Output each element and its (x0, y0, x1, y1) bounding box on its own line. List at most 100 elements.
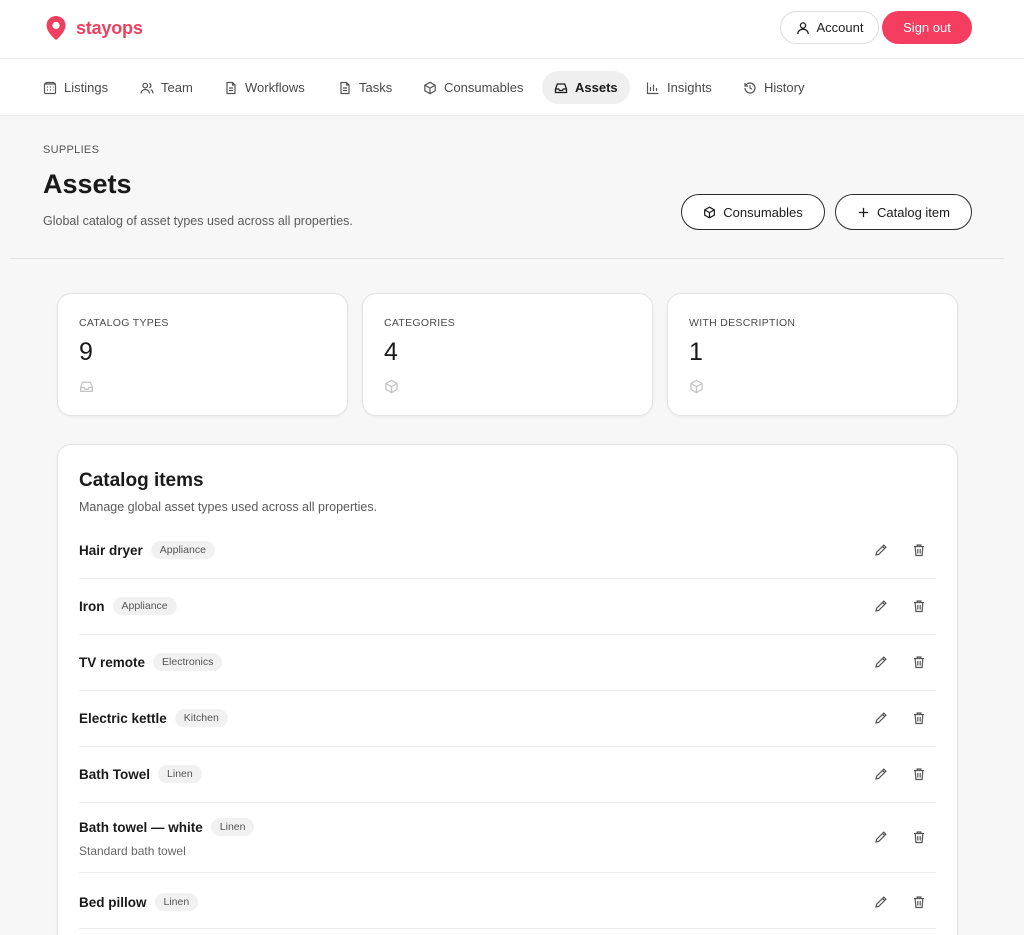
user-icon (796, 21, 809, 34)
nav-label: Insights (667, 80, 712, 95)
delete-button[interactable] (911, 654, 927, 670)
pencil-icon (875, 600, 887, 612)
account-label: Account (816, 20, 864, 35)
page-title: Assets (43, 169, 132, 199)
catalog-row: Bath Towel Linen (79, 747, 936, 803)
delete-button[interactable] (911, 766, 927, 782)
pencil-icon (875, 768, 887, 780)
category-badge: Electronics (153, 653, 223, 671)
category-badge: Linen (210, 818, 255, 836)
building-icon (43, 81, 57, 94)
tray-icon (554, 82, 568, 93)
catalog-row: Bed pillow Linen (79, 873, 936, 929)
stat-value: 4 (384, 338, 398, 366)
nav-item-insights[interactable]: Insights (634, 71, 724, 104)
pencil-icon (875, 831, 887, 843)
consumables-button[interactable]: Consumables (681, 194, 825, 230)
page-header: SUPPLIES Assets Global catalog of asset … (0, 116, 1024, 258)
edit-button[interactable] (873, 894, 889, 910)
add-catalog-item-button[interactable]: Catalog item (835, 194, 972, 230)
edit-button[interactable] (873, 710, 889, 726)
nav-label: Tasks (359, 80, 393, 95)
pencil-icon (875, 656, 887, 668)
delete-button[interactable] (911, 829, 927, 845)
nav-item-listings[interactable]: Listings (31, 71, 120, 104)
trash-icon (914, 600, 924, 613)
section-eyebrow: SUPPLIES (43, 144, 100, 156)
catalog-row: Bath towel — white Linen Standard bath t… (79, 803, 936, 873)
sign-out-button[interactable]: Sign out (882, 11, 972, 44)
delete-button[interactable] (911, 542, 927, 558)
catalog-title: Catalog items (79, 470, 204, 491)
stat-label: CATEGORIES (384, 317, 456, 329)
nav-label: Team (161, 80, 193, 95)
file-icon (226, 81, 236, 94)
nav-label: Consumables (444, 80, 524, 95)
nav-item-consumables[interactable]: Consumables (411, 71, 536, 104)
nav-item-assets[interactable]: Assets (542, 71, 630, 104)
delete-button[interactable] (911, 710, 927, 726)
item-name: Bath Towel (79, 766, 151, 782)
nav-item-history[interactable]: History (731, 71, 816, 104)
stat-value: 1 (689, 338, 703, 366)
stat-card-catalog-types: CATALOG TYPES 9 (57, 293, 348, 416)
category-badge: Appliance (112, 597, 177, 615)
pencil-icon (875, 544, 887, 556)
trash-icon (914, 656, 924, 669)
category-badge: Appliance (150, 541, 215, 559)
box-icon (385, 379, 398, 394)
header-divider (10, 258, 1004, 259)
box-icon (690, 379, 703, 394)
edit-button[interactable] (873, 766, 889, 782)
stat-label: CATALOG TYPES (79, 317, 169, 329)
trash-icon (914, 896, 924, 909)
delete-button[interactable] (911, 894, 927, 910)
item-name: Iron (79, 598, 105, 614)
brand-logo[interactable]: stayops (44, 15, 143, 41)
plus-icon (858, 207, 869, 217)
catalog-row: Electric kettle Kitchen (79, 691, 936, 747)
item-name: Electric kettle (79, 710, 167, 726)
trash-icon (914, 768, 924, 781)
top-bar: stayops Account Sign out (0, 0, 1024, 59)
catalog-row: Iron Appliance (79, 579, 936, 635)
pencil-icon (875, 896, 887, 908)
trash-icon (914, 544, 924, 557)
users-icon (140, 82, 154, 94)
item-name: Hair dryer (79, 542, 143, 558)
trash-icon (914, 712, 924, 725)
edit-button[interactable] (873, 598, 889, 614)
category-badge: Linen (158, 765, 202, 783)
edit-button[interactable] (873, 542, 889, 558)
account-button[interactable]: Account (780, 11, 879, 44)
stat-label: WITH DESCRIPTION (689, 317, 796, 329)
brand-name: stayops (76, 17, 143, 38)
stat-card-with-description: WITH DESCRIPTION 1 (667, 293, 958, 416)
catalog-row: Hair dryer Appliance (79, 523, 936, 579)
box-icon (704, 206, 716, 218)
edit-button[interactable] (873, 829, 889, 845)
item-name: Bath towel — white (79, 819, 203, 835)
item-name: Bed pillow (79, 894, 147, 910)
item-name: TV remote (79, 654, 146, 670)
stat-card-categories: CATEGORIES 4 (362, 293, 653, 416)
tray-icon (79, 381, 94, 392)
edit-button[interactable] (873, 654, 889, 670)
catalog-items-card: Catalog items Manage global asset types … (57, 444, 958, 935)
box-icon (424, 81, 436, 94)
category-badge: Kitchen (174, 709, 228, 727)
bar-chart-icon (646, 82, 659, 94)
nav-item-workflows[interactable]: Workflows (212, 71, 317, 104)
nav-item-team[interactable]: Team (128, 71, 205, 104)
nav-item-tasks[interactable]: Tasks (326, 71, 404, 104)
consumables-button-label: Consumables (723, 204, 803, 220)
page-description: Global catalog of asset types used acros… (43, 214, 353, 228)
stat-value: 9 (79, 338, 93, 366)
category-badge: Linen (154, 893, 199, 911)
delete-button[interactable] (911, 598, 927, 614)
nav-label: Assets (575, 80, 618, 95)
item-description: Standard bath towel (79, 844, 186, 858)
trash-icon (914, 831, 924, 844)
nav-label: Listings (64, 80, 109, 95)
pencil-icon (875, 712, 887, 724)
